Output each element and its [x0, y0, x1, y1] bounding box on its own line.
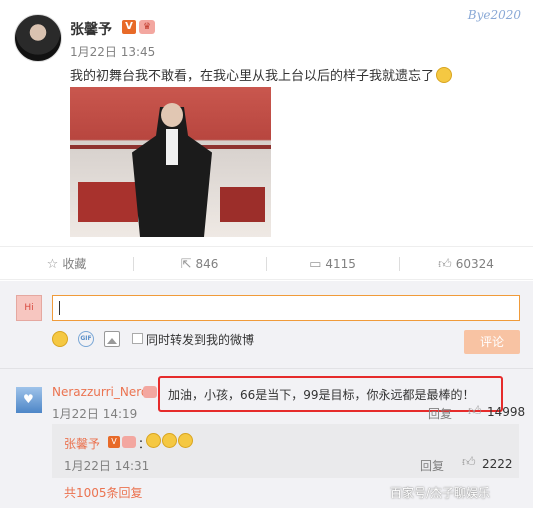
- reply-author-name[interactable]: 张馨予: [64, 435, 100, 452]
- star-icon: ☆: [46, 257, 59, 272]
- comment-timestamp: 1月22日 14:19: [52, 407, 138, 421]
- commenter-avatar[interactable]: [16, 387, 42, 413]
- author-name[interactable]: 张馨予: [70, 19, 112, 39]
- photo-counter-right: [220, 187, 265, 222]
- repost-checkbox[interactable]: [132, 333, 143, 344]
- comment-button[interactable]: ▭ 4115: [266, 247, 399, 281]
- reply-button[interactable]: 回复: [428, 405, 452, 422]
- watermark-text: 百家号/杰子聊娱乐: [390, 486, 491, 500]
- verified-badge-icon: V: [122, 20, 136, 34]
- repost-button[interactable]: ⇱ 846: [133, 247, 266, 281]
- member-badge-icon: ♛: [139, 20, 155, 34]
- post-text: 我的初舞台我不敢看，在我心里从我上台以后的样子我就遗忘了: [70, 65, 453, 84]
- comment-input[interactable]: [52, 295, 520, 321]
- watermark-logo: Bye2020: [467, 8, 521, 22]
- repost-checkbox-label: 同时转发到我的微博: [146, 333, 255, 347]
- comment-section: Hi GIF 同时转发到我的微博 评论 Nerazzurri_Nero 加油，小…: [0, 281, 533, 508]
- thumbs-up-icon: 👍︎: [438, 257, 452, 272]
- post-timestamp[interactable]: 1月22日 13:45: [70, 43, 155, 60]
- grin-emoji-icon: [178, 433, 193, 448]
- weibo-post: 张馨予 V ♛ 1月22日 13:45 Bye2020 我的初舞台我不敢看，在我…: [0, 0, 533, 246]
- member-badge-icon: [122, 436, 136, 448]
- repost-count: 846: [195, 257, 219, 271]
- reply-button[interactable]: 回复: [420, 457, 444, 474]
- thumbs-up-icon[interactable]: 👍︎: [468, 404, 482, 419]
- text-caret: [59, 301, 60, 315]
- post-text-content: 我的初舞台我不敢看，在我心里从我上台以后的样子我就遗忘了: [70, 69, 435, 84]
- comment-like-count: 14998: [487, 405, 526, 419]
- grin-emoji-icon: [146, 433, 161, 448]
- member-badge-icon: [143, 386, 157, 398]
- gif-icon[interactable]: GIF: [78, 331, 94, 347]
- favorite-button[interactable]: ☆ 收藏: [0, 247, 133, 281]
- post-action-bar: ☆ 收藏 ⇱ 846 ▭ 4115 👍︎ 60324: [0, 246, 533, 280]
- smile-emoji-icon: [436, 67, 453, 83]
- verified-badge-icon: V: [108, 436, 120, 448]
- reply-like-count: 2222: [482, 457, 513, 471]
- repost-icon: ⇱: [180, 257, 192, 272]
- post-image[interactable]: [70, 87, 271, 237]
- photo-counter: [78, 182, 138, 222]
- like-count: 60324: [455, 257, 494, 271]
- grin-emoji-icon: [162, 433, 177, 448]
- submit-comment-button[interactable]: 评论: [464, 330, 520, 354]
- more-replies-link[interactable]: 共1005条回复: [64, 484, 143, 501]
- thumbs-up-icon[interactable]: 👍︎: [462, 455, 476, 470]
- comment-count: 4115: [325, 257, 356, 271]
- reply-thread: 张馨予 V ： 1月22日 14:31 回复 👍︎ 2222: [52, 424, 519, 478]
- photo-person-shirt: [166, 129, 178, 165]
- emoji-icon[interactable]: [52, 331, 68, 347]
- image-icon[interactable]: [104, 331, 120, 347]
- photo-person-head: [161, 103, 183, 127]
- reply-timestamp: 1月22日 14:31: [64, 459, 150, 473]
- my-avatar: Hi: [16, 295, 42, 321]
- commenter-name[interactable]: Nerazzurri_Nero: [52, 385, 148, 399]
- divider: [0, 368, 533, 369]
- author-avatar[interactable]: [14, 14, 62, 62]
- like-button[interactable]: 👍︎ 60324: [399, 247, 533, 281]
- comment-icon: ▭: [309, 257, 322, 272]
- favorite-label: 收藏: [62, 257, 87, 271]
